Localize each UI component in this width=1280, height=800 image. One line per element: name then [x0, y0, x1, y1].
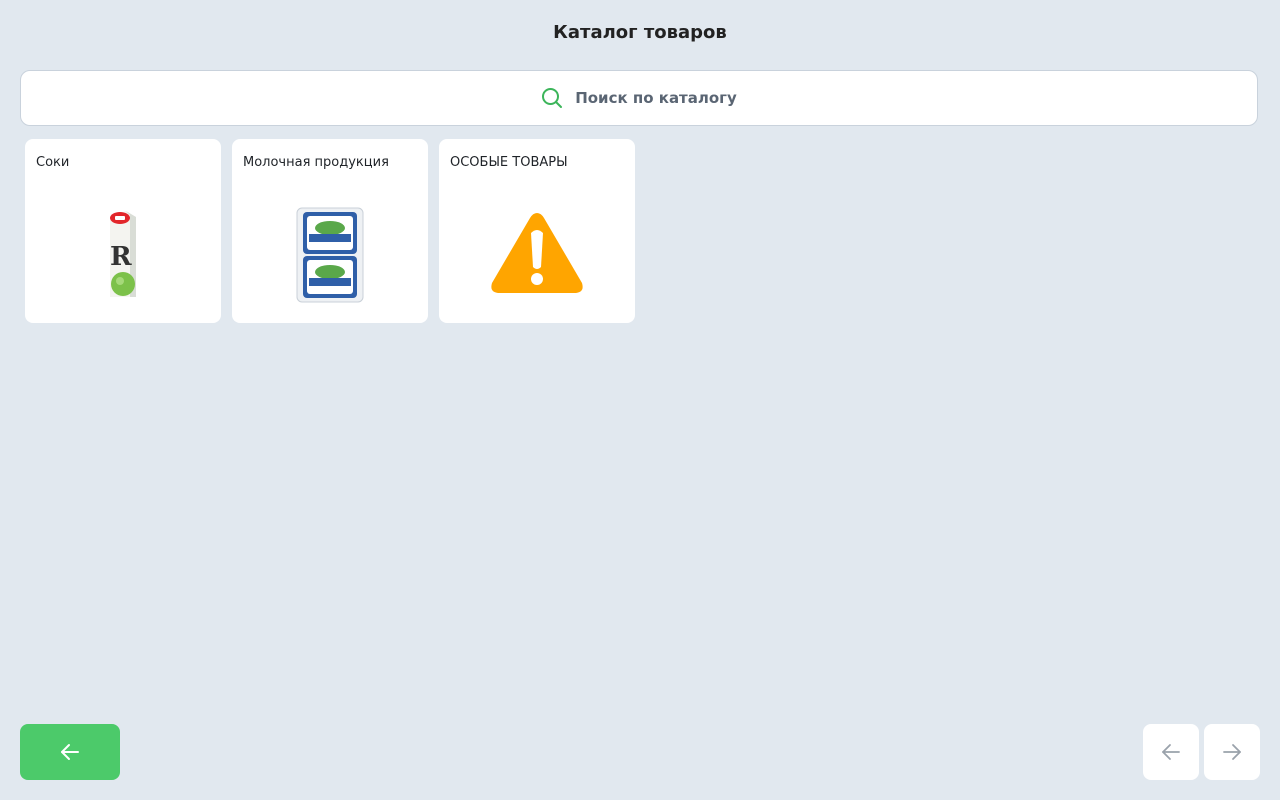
arrow-right-icon: [1223, 744, 1241, 760]
category-card-special[interactable]: ОСОБЫЕ ТОВАРЫ: [439, 139, 635, 323]
warning-icon: [491, 213, 583, 293]
catalog-search-bar[interactable]: Поиск по каталогу: [20, 70, 1258, 126]
arrow-left-icon: [61, 744, 79, 760]
category-label: Соки: [36, 155, 70, 170]
milk-package-image: [296, 207, 364, 303]
prev-page-button[interactable]: [1143, 724, 1199, 780]
back-button[interactable]: [20, 724, 120, 780]
category-label: ОСОБЫЕ ТОВАРЫ: [450, 155, 568, 170]
arrow-left-icon: [1162, 744, 1180, 760]
svg-text:R: R: [110, 242, 132, 272]
category-card-dairy[interactable]: Молочная продукция: [232, 139, 428, 323]
category-card-juices[interactable]: Соки R: [25, 139, 221, 323]
search-placeholder: Поиск по каталогу: [575, 89, 737, 107]
category-label: Молочная продукция: [243, 155, 389, 170]
page-title: Каталог товаров: [553, 22, 727, 43]
juice-carton-image: R: [110, 211, 136, 297]
next-page-button[interactable]: [1204, 724, 1260, 780]
search-icon: [541, 87, 563, 109]
